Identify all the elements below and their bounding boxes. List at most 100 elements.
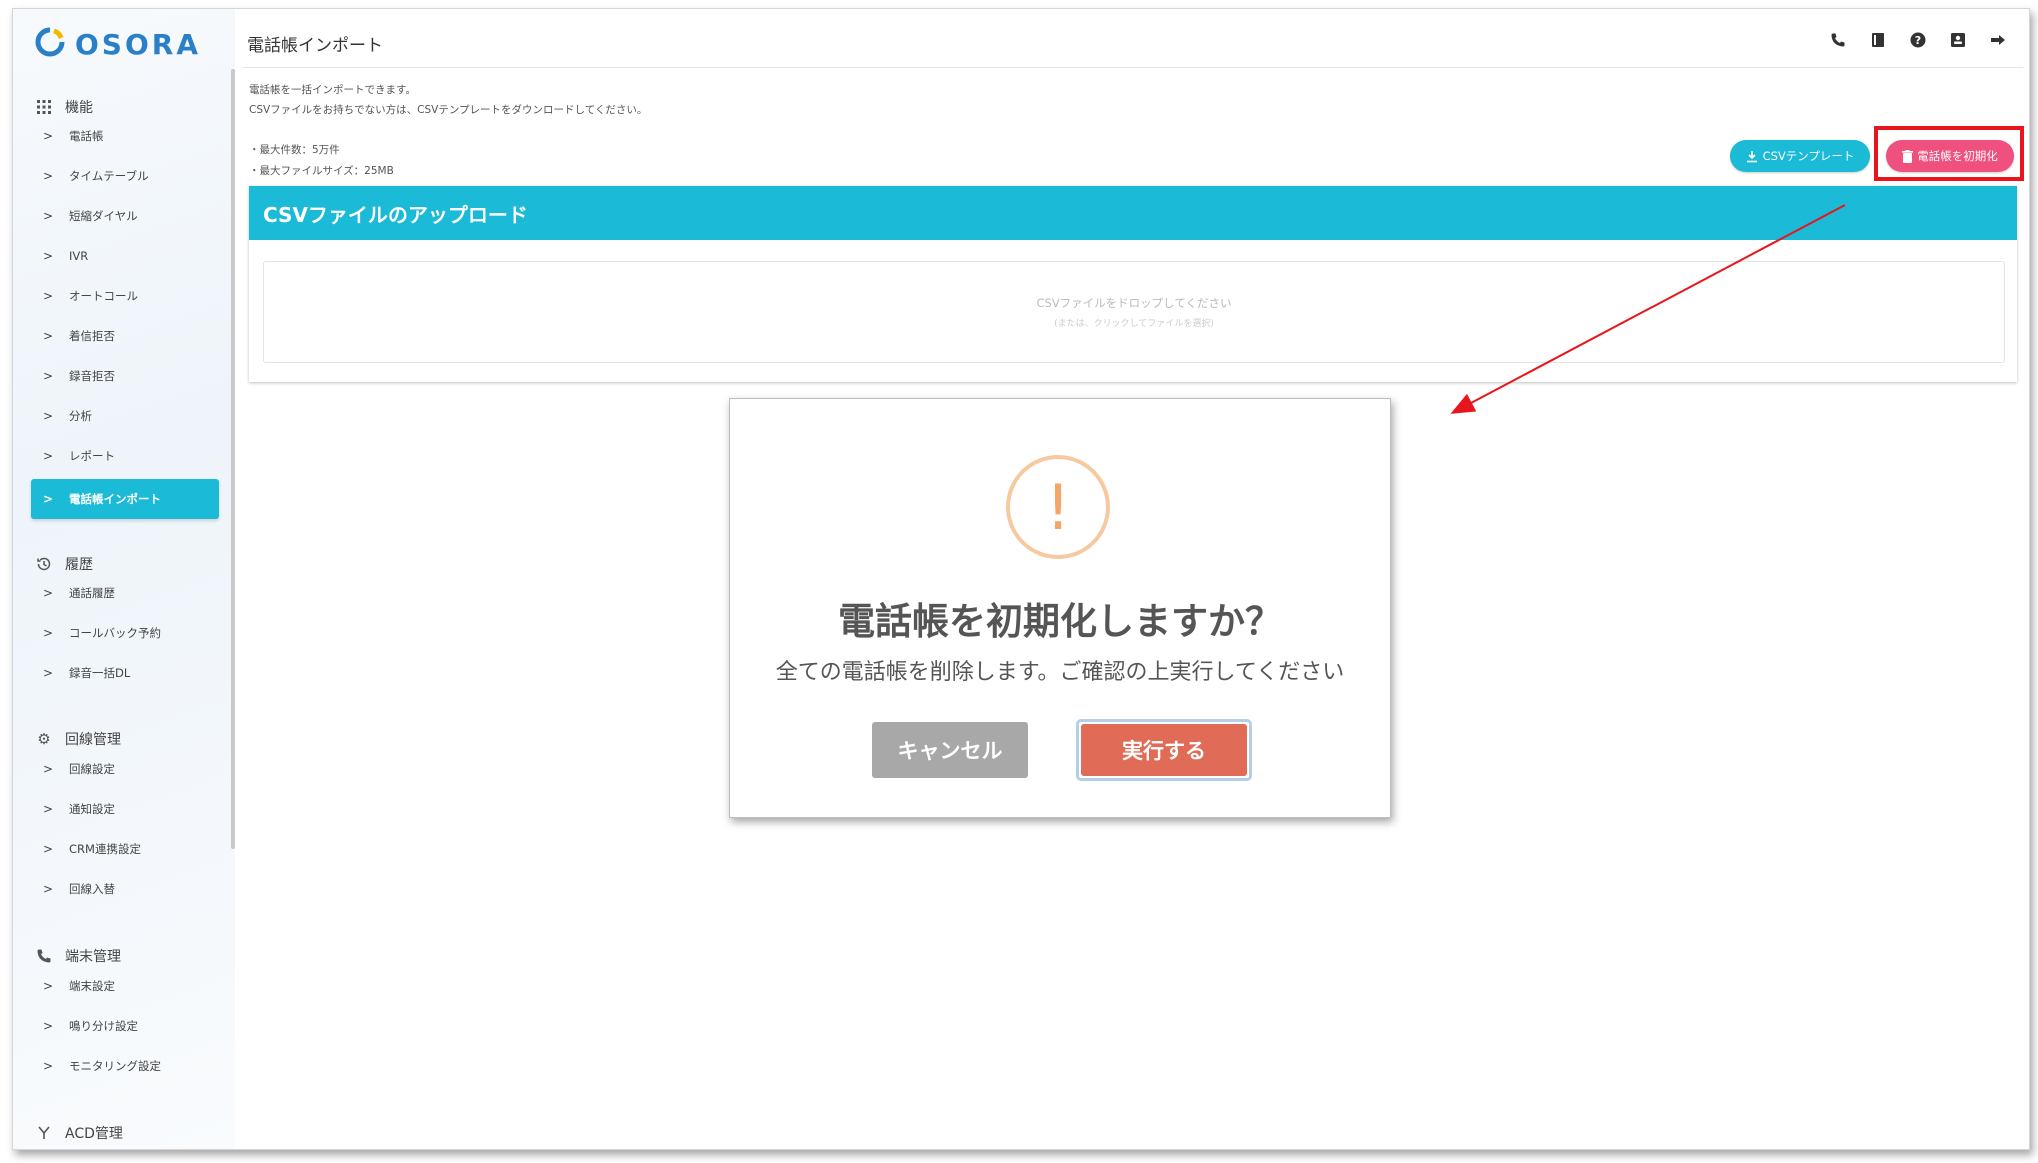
sidebar-item-label: 回線入替 xyxy=(69,882,115,896)
sidebar-item-ivr[interactable]: > IVR xyxy=(31,239,219,273)
chevron-right-icon: > xyxy=(43,129,54,143)
warning-icon: ! xyxy=(1006,455,1110,559)
sidebar-item-notification-settings[interactable]: > 通知設定 xyxy=(31,792,219,826)
user-card-icon[interactable] xyxy=(1949,31,1967,49)
sidebar-item-phonebook-import[interactable]: > 電話帳インポート xyxy=(31,479,219,519)
sidebar-item-call-history[interactable]: > 通話履歴 xyxy=(31,576,219,610)
section-title: 端末管理 xyxy=(65,949,121,965)
sidebar-item-label: 録音一括DL xyxy=(69,666,131,680)
chevron-right-icon: > xyxy=(43,409,54,423)
logout-icon[interactable] xyxy=(1989,31,2007,49)
sidebar-item-label: モニタリング設定 xyxy=(69,1059,161,1073)
chevron-right-icon: > xyxy=(43,666,54,680)
phone-icon[interactable] xyxy=(1829,31,1847,49)
sidebar-item-ring-settings[interactable]: > 鳴り分け設定 xyxy=(31,1009,219,1043)
sidebar-item-label: 回線設定 xyxy=(69,762,115,776)
sidebar-item-recording-dl[interactable]: > 録音一括DL xyxy=(31,656,219,690)
sidebar-item-label: 端末設定 xyxy=(69,979,115,993)
section-line-management: ⚙ 回線管理 xyxy=(35,729,121,749)
sidebar-item-label: タイムテーブル xyxy=(69,169,149,183)
chevron-right-icon: > xyxy=(43,209,54,223)
sidebar-item-label: 鳴り分け設定 xyxy=(69,1019,138,1033)
execute-button[interactable]: 実行する xyxy=(1076,719,1252,781)
cancel-button[interactable]: キャンセル xyxy=(872,722,1028,778)
chevron-right-icon: > xyxy=(43,979,54,993)
sidebar-item-label: 電話帳 xyxy=(69,129,104,143)
csv-template-label: CSVテンプレート xyxy=(1762,149,1855,163)
sidebar-item-device-settings[interactable]: > 端末設定 xyxy=(31,969,219,1003)
sidebar-item-speed-dial[interactable]: > 短縮ダイヤル xyxy=(31,199,219,233)
svg-text:?: ? xyxy=(1915,34,1921,47)
limit-size: ・最大ファイルサイズ：25MB xyxy=(249,165,394,177)
chevron-right-icon: > xyxy=(43,289,54,303)
header-divider xyxy=(243,67,2023,68)
section-title: ACD管理 xyxy=(65,1126,123,1142)
sidebar-item-label: 通知設定 xyxy=(69,802,115,816)
sidebar-item-label: コールバック予約 xyxy=(69,626,161,640)
sidebar-item-autocall[interactable]: > オートコール xyxy=(31,279,219,313)
sidebar-item-label: 着信拒否 xyxy=(69,329,115,343)
section-device-management: 端末管理 xyxy=(35,946,121,966)
chevron-right-icon: > xyxy=(43,329,54,343)
dialog-message: 全ての電話帳を削除します。ご確認の上実行してください xyxy=(775,660,1345,685)
upload-card-title: CSVファイルのアップロード xyxy=(249,186,2017,240)
section-title: 回線管理 xyxy=(65,732,121,748)
section-title: 履歴 xyxy=(65,557,93,573)
logo-text: OSORA xyxy=(75,27,202,61)
sidebar-item-analytics[interactable]: > 分析 xyxy=(31,399,219,433)
dialog-title: 電話帳を初期化しますか？ xyxy=(838,600,1282,643)
limit-count: ・最大件数：5万件 xyxy=(249,144,340,156)
sidebar-item-line-swap[interactable]: > 回線入替 xyxy=(31,872,219,906)
sidebar-item-label: IVR xyxy=(69,249,89,263)
sidebar-item-label: オートコール xyxy=(69,289,138,303)
sidebar-item-report[interactable]: > レポート xyxy=(31,439,219,473)
chevron-right-icon: > xyxy=(43,369,54,383)
sidebar-item-record-block[interactable]: > 録音拒否 xyxy=(31,359,219,393)
sidebar-item-timetable[interactable]: > タイムテーブル xyxy=(31,159,219,193)
csv-dropzone[interactable]: CSVファイルをドロップしてください (または、クリックしてファイルを選択) xyxy=(263,261,2005,363)
sidebar-scrollbar[interactable] xyxy=(231,69,235,849)
help-icon[interactable]: ? xyxy=(1909,31,1927,49)
sidebar-item-line-settings[interactable]: > 回線設定 xyxy=(31,752,219,786)
phone-icon xyxy=(35,947,53,965)
csv-template-button[interactable]: CSVテンプレート xyxy=(1730,140,1870,172)
gear-icon: ⚙ xyxy=(37,730,51,748)
chevron-right-icon: > xyxy=(43,449,54,463)
execute-button-label: 実行する xyxy=(1081,724,1247,776)
annotation-highlight-box xyxy=(1874,126,2024,181)
book-icon[interactable] xyxy=(1869,31,1887,49)
sidebar-item-callback[interactable]: > コールバック予約 xyxy=(31,616,219,650)
upload-card: CSVファイルのアップロード CSVファイルをドロップしてください (または、ク… xyxy=(249,186,2017,382)
chevron-right-icon: > xyxy=(43,586,54,600)
chevron-right-icon: > xyxy=(43,762,54,776)
chevron-right-icon: > xyxy=(43,802,54,816)
sidebar-item-crm-settings[interactable]: > CRM連携設定 xyxy=(31,832,219,866)
chevron-right-icon: > xyxy=(43,1059,54,1073)
section-title: 機能 xyxy=(65,100,93,116)
osora-logo-icon xyxy=(35,27,65,61)
chevron-right-icon: > xyxy=(43,249,54,263)
chevron-right-icon: > xyxy=(43,882,54,896)
sidebar-item-label: 通話履歴 xyxy=(69,586,115,600)
sidebar-item-label: CRM連携設定 xyxy=(69,842,141,856)
grid-icon xyxy=(35,98,53,116)
chevron-right-icon: > xyxy=(43,1019,54,1033)
logo[interactable]: OSORA xyxy=(35,27,201,61)
download-icon xyxy=(1746,150,1757,162)
section-acd-management: ACD管理 xyxy=(35,1123,123,1143)
dropzone-subtext: (または、クリックしてファイルを選択) xyxy=(1054,319,1214,329)
sidebar-item-label: 短縮ダイヤル xyxy=(69,209,138,223)
description-line-1: 電話帳を一括インポートできます。 xyxy=(249,84,416,96)
sidebar-item-call-block[interactable]: > 着信拒否 xyxy=(31,319,219,353)
sidebar-item-label: 録音拒否 xyxy=(69,369,115,383)
sidebar: OSORA 機能 > 電話帳 > タイムテーブル > 短縮ダイヤル > IVR > オート… xyxy=(13,9,235,1149)
sidebar-item-monitoring-settings[interactable]: > モニタリング設定 xyxy=(31,1049,219,1083)
acd-icon xyxy=(35,1124,53,1142)
chevron-right-icon: > xyxy=(43,842,54,856)
description-line-2: CSVファイルをお持ちでない方は、CSVテンプレートをダウンロードしてください。 xyxy=(249,104,648,116)
app-window: OSORA 機能 > 電話帳 > タイムテーブル > 短縮ダイヤル > IVR > オート… xyxy=(12,8,2030,1150)
chevron-right-icon: > xyxy=(43,492,54,506)
sidebar-item-phonebook[interactable]: > 電話帳 xyxy=(31,119,219,153)
section-history: 履歴 xyxy=(35,554,93,574)
chevron-right-icon: > xyxy=(43,626,54,640)
